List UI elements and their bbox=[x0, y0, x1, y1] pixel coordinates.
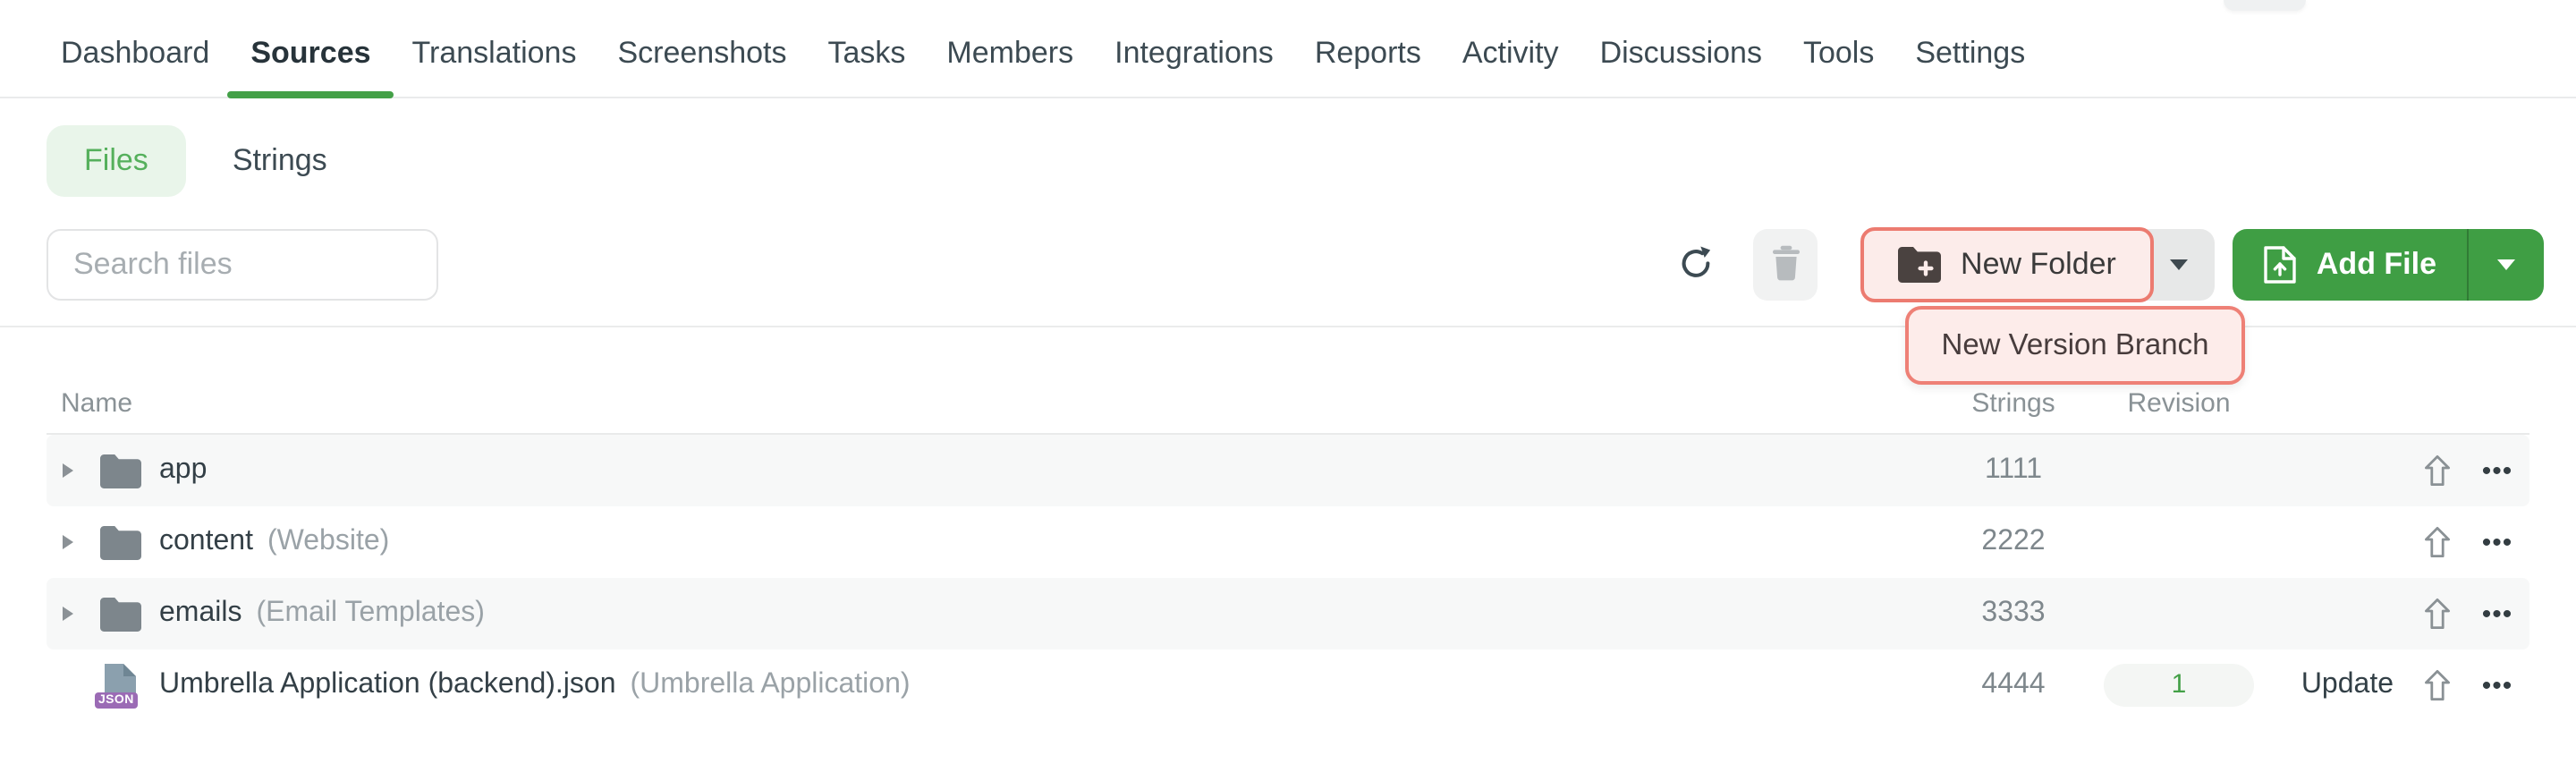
refresh-icon bbox=[1676, 242, 1716, 287]
strings-count: 4444 bbox=[1937, 669, 2089, 701]
upload-icon[interactable] bbox=[2408, 669, 2465, 701]
add-file-dropdown[interactable] bbox=[2469, 229, 2544, 301]
name-cell: JSON Umbrella Application (backend).json… bbox=[47, 664, 1937, 707]
name-cell: content (Website) bbox=[47, 521, 1937, 564]
table-row-content[interactable]: content (Website) 2222 ••• bbox=[47, 506, 2529, 578]
folder-plus-icon bbox=[1898, 247, 1941, 283]
trash-icon bbox=[1770, 244, 1801, 285]
more-actions-icon[interactable]: ••• bbox=[2465, 672, 2529, 699]
table-row-umbrella-json[interactable]: JSON Umbrella Application (backend).json… bbox=[47, 649, 2529, 721]
more-actions-icon[interactable]: ••• bbox=[2465, 529, 2529, 556]
tab-translations[interactable]: Translations bbox=[412, 9, 577, 97]
folder-icon bbox=[100, 449, 141, 492]
strings-count: 1111 bbox=[1937, 454, 2089, 487]
project-nav: Dashboard Sources Translations Screensho… bbox=[0, 0, 2576, 98]
more-actions-icon[interactable]: ••• bbox=[2465, 457, 2529, 484]
tab-screenshots[interactable]: Screenshots bbox=[617, 9, 786, 97]
tab-integrations[interactable]: Integrations bbox=[1114, 9, 1274, 97]
tab-discussions[interactable]: Discussions bbox=[1600, 9, 1762, 97]
tab-activity[interactable]: Activity bbox=[1462, 9, 1559, 97]
view-toggle: Files Strings bbox=[47, 125, 2576, 197]
table-row-emails[interactable]: emails (Email Templates) 3333 ••• bbox=[47, 578, 2529, 649]
column-header-revision: Revision bbox=[2089, 388, 2268, 419]
new-folder-label: New Folder bbox=[1961, 247, 2116, 283]
page: Dashboard Sources Translations Screensho… bbox=[0, 0, 2576, 764]
file-name: Umbrella Application (backend).json bbox=[159, 669, 616, 701]
add-file-split-button[interactable]: Add File bbox=[2233, 229, 2544, 301]
folder-name: content bbox=[159, 526, 253, 558]
revision-cell: 1 bbox=[2089, 664, 2268, 707]
revision-badge[interactable]: 1 bbox=[2104, 664, 2254, 707]
new-folder-split-button: New Folder bbox=[1860, 227, 2215, 302]
file-upload-icon bbox=[2263, 245, 2297, 284]
folder-annotation: (Website) bbox=[267, 526, 389, 558]
cropped-top-element bbox=[2224, 0, 2306, 11]
strings-count: 2222 bbox=[1937, 526, 2089, 558]
folder-icon bbox=[100, 521, 141, 564]
tab-tools[interactable]: Tools bbox=[1803, 9, 1874, 97]
refresh-button[interactable] bbox=[1674, 229, 1717, 301]
file-annotation: (Umbrella Application) bbox=[631, 669, 911, 701]
upload-icon[interactable] bbox=[2408, 598, 2465, 630]
expand-caret-icon[interactable] bbox=[61, 463, 75, 478]
folder-icon bbox=[100, 592, 141, 635]
name-cell: app bbox=[47, 449, 1937, 492]
folder-annotation: (Email Templates) bbox=[256, 598, 485, 630]
json-file-icon: JSON bbox=[100, 664, 141, 707]
update-link[interactable]: Update bbox=[2268, 669, 2408, 701]
caret-down-icon bbox=[2170, 259, 2188, 270]
new-folder-button[interactable]: New Folder bbox=[1860, 227, 2154, 302]
tab-settings[interactable]: Settings bbox=[1915, 9, 2025, 97]
toggle-strings[interactable]: Strings bbox=[233, 143, 327, 179]
files-toolbar: New Folder Add File bbox=[0, 227, 2576, 302]
toolbar-actions: New Folder Add File bbox=[1674, 227, 2544, 302]
strings-count: 3333 bbox=[1937, 598, 2089, 630]
folder-name: app bbox=[159, 454, 207, 487]
upload-icon[interactable] bbox=[2408, 526, 2465, 558]
tab-dashboard[interactable]: Dashboard bbox=[61, 9, 209, 97]
tab-tasks[interactable]: Tasks bbox=[827, 9, 905, 97]
toggle-files[interactable]: Files bbox=[47, 125, 186, 197]
column-header-strings: Strings bbox=[1937, 388, 2089, 419]
tab-members[interactable]: Members bbox=[946, 9, 1073, 97]
table-row-app[interactable]: app 1111 ••• bbox=[47, 435, 2529, 506]
upload-icon[interactable] bbox=[2408, 454, 2465, 487]
tab-reports[interactable]: Reports bbox=[1315, 9, 1421, 97]
tab-sources[interactable]: Sources bbox=[250, 9, 370, 97]
add-file-main[interactable]: Add File bbox=[2233, 229, 2467, 301]
search-input[interactable] bbox=[47, 229, 438, 301]
json-type-badge: JSON bbox=[95, 692, 138, 709]
delete-button[interactable] bbox=[1753, 229, 1818, 301]
column-header-name: Name bbox=[47, 388, 1937, 419]
caret-down-icon bbox=[2497, 259, 2515, 270]
folder-name: emails bbox=[159, 598, 242, 630]
add-file-label: Add File bbox=[2317, 247, 2436, 283]
expand-caret-icon[interactable] bbox=[61, 535, 75, 549]
new-folder-dropdown-button[interactable] bbox=[2143, 229, 2215, 301]
more-actions-icon[interactable]: ••• bbox=[2465, 600, 2529, 627]
expand-caret-icon[interactable] bbox=[61, 607, 75, 621]
menu-item-new-version-branch[interactable]: New Version Branch bbox=[1905, 306, 2245, 385]
name-cell: emails (Email Templates) bbox=[47, 592, 1937, 635]
